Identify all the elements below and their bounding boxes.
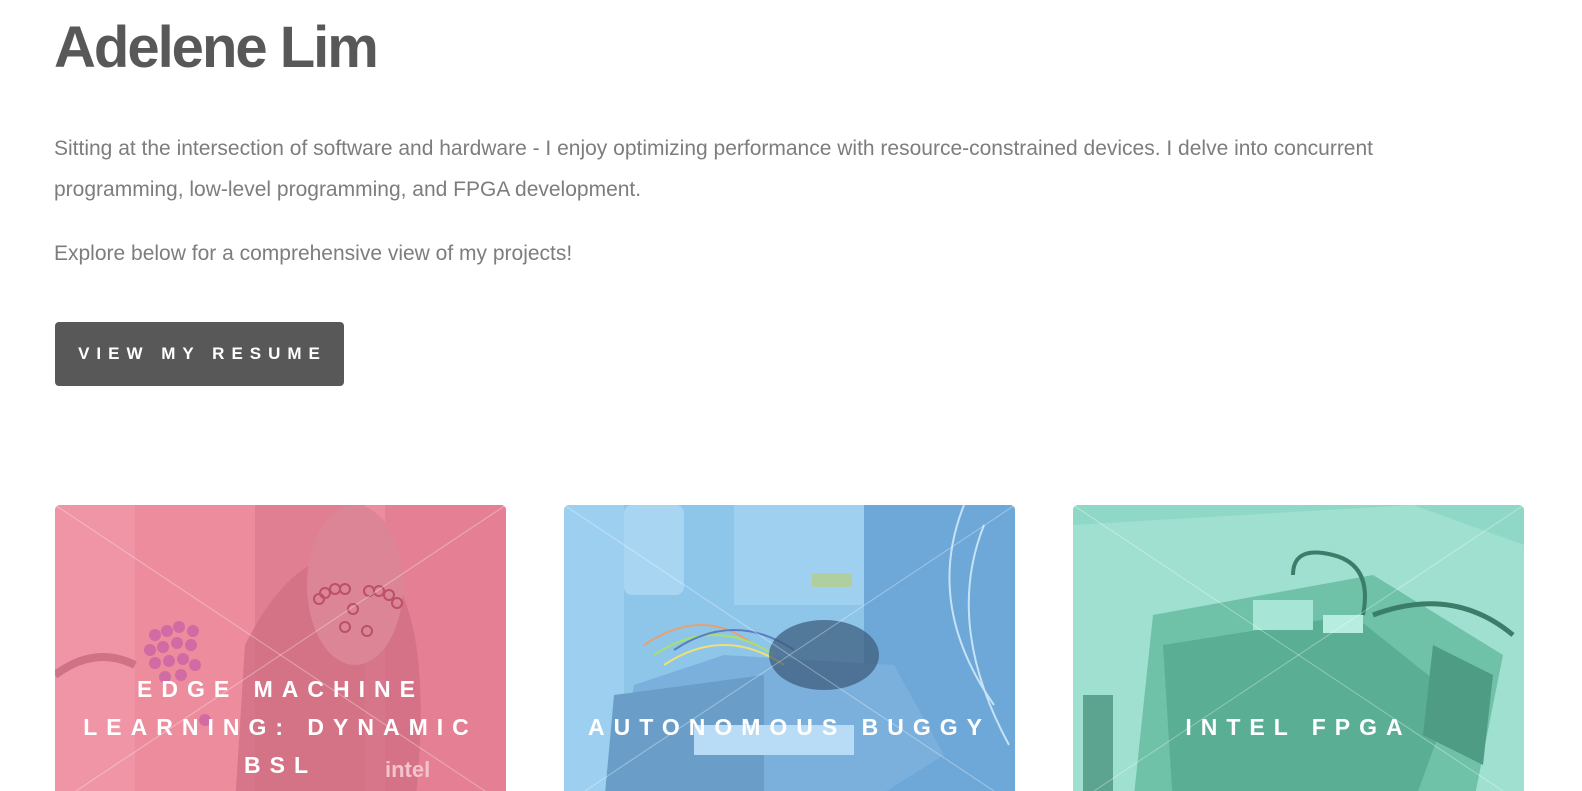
circuit-board-photo bbox=[1073, 505, 1524, 791]
robot-buggy-photo bbox=[564, 505, 1015, 791]
explore-text: Explore below for a comprehensive view o… bbox=[54, 242, 573, 265]
project-tile-edge-ml[interactable]: intel EDGE MACHINE LEARNING: DYNAMIC BSL bbox=[55, 505, 506, 791]
project-tile-intel-fpga[interactable]: INTEL FPGA bbox=[1073, 505, 1524, 791]
view-resume-button[interactable]: VIEW MY RESUME bbox=[55, 322, 344, 386]
project-title-autonomous-buggy: AUTONOMOUS BUGGY bbox=[588, 714, 991, 740]
page: Adelene Lim Sitting at the intersection … bbox=[0, 0, 1582, 791]
page-title: Adelene Lim bbox=[54, 15, 379, 80]
project-tile-autonomous-buggy[interactable]: AUTONOMOUS BUGGY bbox=[564, 505, 1015, 791]
project-title-intel-fpga: INTEL FPGA bbox=[1185, 714, 1412, 740]
intro-paragraph: Sitting at the intersection of software … bbox=[54, 137, 1374, 201]
project-title-edge-ml: EDGE MACHINE LEARNING: DYNAMIC BSL bbox=[83, 676, 478, 778]
project-tiles: intel EDGE MACHINE LEARNING: DYNAMIC BSL bbox=[55, 505, 1525, 791]
